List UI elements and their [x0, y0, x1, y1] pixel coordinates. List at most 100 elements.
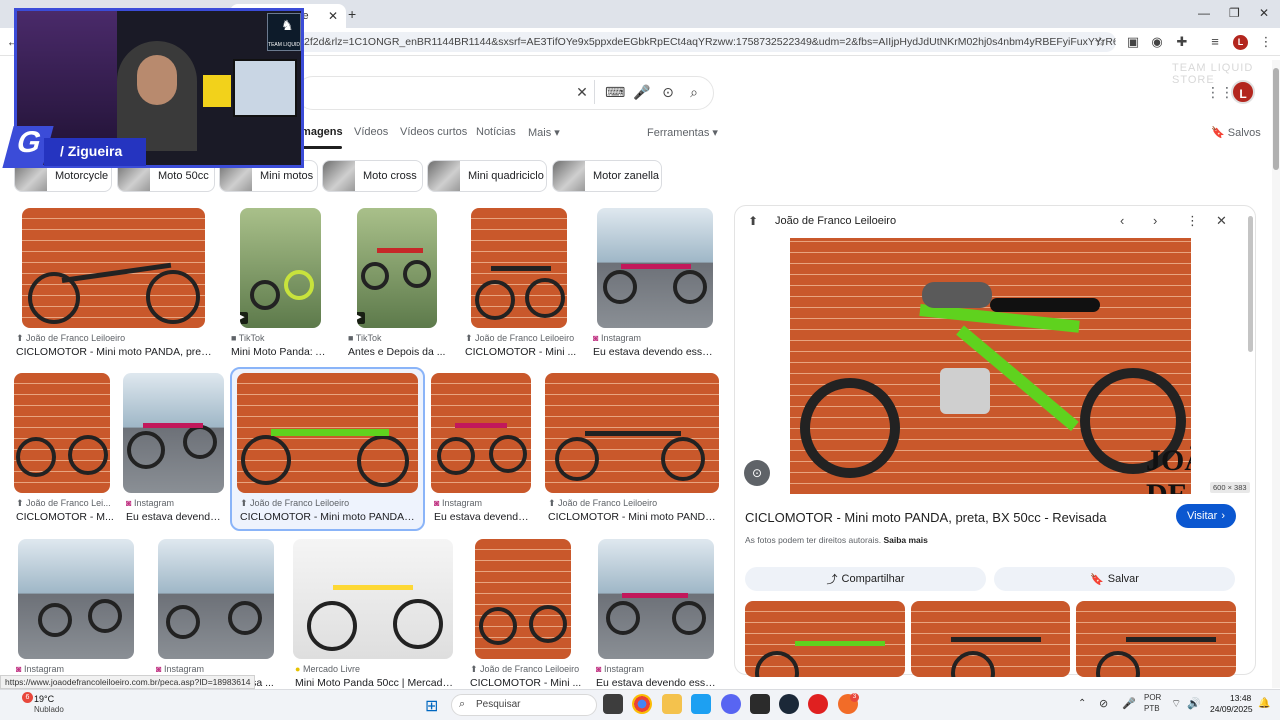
result-image[interactable]: ▶: [357, 208, 437, 328]
panel-title[interactable]: CICLOMOTOR - Mini moto PANDA, preta, BX …: [745, 510, 1106, 525]
tab-images[interactable]: Imagens: [298, 126, 343, 138]
result-source[interactable]: ◙ Instagram: [156, 664, 256, 674]
result-image[interactable]: [18, 539, 134, 659]
notification-bell-icon[interactable]: 🔔: [1258, 698, 1270, 709]
language-top[interactable]: POR: [1144, 693, 1161, 702]
result-image[interactable]: [475, 539, 571, 659]
result-title[interactable]: CICLOMOTOR - M...: [16, 511, 116, 523]
wifi-icon[interactable]: ⌔: [1171, 697, 1181, 711]
search-icon[interactable]: ⌕: [684, 84, 704, 102]
extension-icon[interactable]: ▣: [1124, 33, 1142, 51]
extensions-puzzle-icon[interactable]: ✚: [1173, 33, 1191, 51]
close-panel-icon[interactable]: ✕: [1216, 213, 1227, 229]
result-title[interactable]: Antes e Depois da ...: [348, 346, 448, 358]
reading-list-icon[interactable]: ≡: [1206, 33, 1224, 51]
visit-button[interactable]: Visitar ›: [1176, 504, 1236, 528]
result-source[interactable]: ■ TikTok: [348, 333, 448, 343]
result-title[interactable]: CICLOMOTOR - Mini ...: [470, 677, 582, 689]
saved-button[interactable]: 🔖 Salvos: [1211, 126, 1261, 139]
result-image[interactable]: [22, 208, 205, 328]
result-image[interactable]: [431, 373, 531, 493]
google-profile-avatar[interactable]: L: [1231, 80, 1255, 104]
result-source[interactable]: ⬆ João de Franco Leiloeiro: [548, 498, 718, 509]
next-image-icon[interactable]: ›: [1153, 213, 1157, 228]
result-title[interactable]: Eu estava devendo ...: [126, 511, 226, 523]
page-scrollbar-thumb[interactable]: [1273, 68, 1279, 170]
result-source[interactable]: ⬆ João de Franco Leiloeiro: [470, 664, 590, 675]
bookmark-star-icon[interactable]: ☆: [1091, 33, 1109, 51]
result-title[interactable]: CICLOMOTOR - Mini ...: [465, 346, 577, 358]
weather-temp[interactable]: 19°C: [34, 694, 54, 704]
microphone-icon[interactable]: 🎤: [1122, 697, 1136, 710]
related-image[interactable]: [911, 601, 1070, 677]
result-image[interactable]: [158, 539, 274, 659]
lens-search-icon[interactable]: ⊙: [744, 460, 770, 486]
result-source[interactable]: ● Mercado Livre: [295, 664, 445, 674]
chip-mini-quadriciclo[interactable]: Mini quadriciclo: [427, 160, 547, 192]
result-title[interactable]: Eu estava devendo essa p...: [593, 346, 715, 358]
result-image[interactable]: [597, 208, 713, 328]
tab-more[interactable]: Mais ▾: [528, 126, 560, 139]
clock-time[interactable]: 13:48: [1230, 693, 1251, 703]
result-title[interactable]: Eu estava devendo ...: [434, 511, 534, 523]
related-image[interactable]: [1076, 601, 1236, 677]
result-source[interactable]: ■ TikTok: [231, 333, 331, 343]
result-image[interactable]: [293, 539, 453, 659]
chip-moto-cross[interactable]: Moto cross: [322, 160, 423, 192]
minimize-icon[interactable]: —: [1198, 6, 1210, 20]
result-source[interactable]: ⬆ João de Franco Lei...: [16, 498, 116, 509]
tab-videos[interactable]: Vídeos: [354, 126, 388, 138]
preview-image[interactable]: JOÃO DE FRANCO: [790, 238, 1191, 494]
restore-icon[interactable]: ❐: [1229, 6, 1240, 20]
result-image[interactable]: ▶: [240, 208, 321, 328]
result-image[interactable]: [545, 373, 719, 493]
chrome-menu-icon[interactable]: ⋮: [1257, 33, 1275, 51]
result-title[interactable]: CICLOMOTOR - Mini moto PANDA - ...: [548, 511, 716, 523]
result-image[interactable]: [123, 373, 224, 493]
discord-icon[interactable]: [721, 694, 741, 714]
tab-news[interactable]: Notícias: [476, 126, 516, 138]
tab-short-videos[interactable]: Vídeos curtos: [400, 126, 467, 138]
result-title[interactable]: Mini Moto Panda: A ...: [231, 346, 331, 358]
panel-scrollbar[interactable]: [1248, 216, 1253, 352]
tools-button[interactable]: Ferramentas ▾: [647, 126, 718, 139]
lens-icon[interactable]: ⊙: [658, 84, 678, 102]
chip-motor-zanella[interactable]: Motor zanella: [552, 160, 662, 192]
store-icon[interactable]: [691, 694, 711, 714]
result-source[interactable]: ◙ Instagram: [16, 664, 116, 674]
result-source[interactable]: ◙ Instagram: [596, 664, 716, 674]
close-tab-icon[interactable]: ✕: [328, 9, 338, 23]
new-tab-icon[interactable]: +: [348, 6, 356, 22]
clear-search-icon[interactable]: ✕: [572, 84, 592, 102]
clock-date[interactable]: 24/09/2025: [1210, 704, 1253, 714]
steam-icon[interactable]: [779, 694, 799, 714]
result-source[interactable]: ◙ Instagram: [593, 333, 713, 343]
apps-grid-icon[interactable]: ⋮⋮: [1206, 84, 1234, 101]
result-source[interactable]: ⬆ João de Franco Leiloeiro: [16, 333, 216, 344]
save-button[interactable]: 🔖 Salvar: [994, 567, 1235, 591]
extension-shield-icon[interactable]: ◉: [1148, 33, 1166, 51]
weather-desc[interactable]: Nublado: [34, 705, 64, 714]
profile-avatar[interactable]: L: [1233, 35, 1248, 50]
windows-start-icon[interactable]: ⊞: [425, 696, 438, 716]
result-source[interactable]: ⬆ João de Franco Leiloeiro: [240, 498, 420, 509]
learn-more-link[interactable]: Saiba mais: [883, 535, 927, 545]
previous-image-icon[interactable]: ‹: [1120, 213, 1124, 228]
result-source[interactable]: ⬆ João de Franco Leiloeiro: [465, 333, 585, 344]
result-source[interactable]: ◙ Instagram: [126, 498, 226, 508]
result-image[interactable]: [598, 539, 714, 659]
result-title[interactable]: Eu estava devendo essa ...: [596, 677, 716, 689]
chevron-up-icon[interactable]: ⌃: [1078, 698, 1086, 709]
language-bottom[interactable]: PTB: [1144, 704, 1160, 713]
taskbar-search[interactable]: Pesquisar: [451, 694, 597, 716]
result-image[interactable]: [14, 373, 110, 493]
chrome-icon[interactable]: [632, 694, 652, 714]
file-explorer-icon[interactable]: [662, 694, 682, 714]
result-image[interactable]: [471, 208, 567, 328]
address-bar[interactable]: 2f2d&rlz=1C1ONGR_enBR1144BR1144&sxsrf=AE…: [296, 32, 1116, 52]
network-icon[interactable]: ⊘: [1099, 697, 1108, 710]
recording-icon[interactable]: [808, 694, 828, 714]
result-title[interactable]: Mini Moto Panda 50cc | MercadoL...: [295, 677, 453, 689]
keyboard-icon[interactable]: ⌨: [605, 84, 625, 102]
panel-source-name[interactable]: João de Franco Leiloeiro: [775, 215, 896, 227]
